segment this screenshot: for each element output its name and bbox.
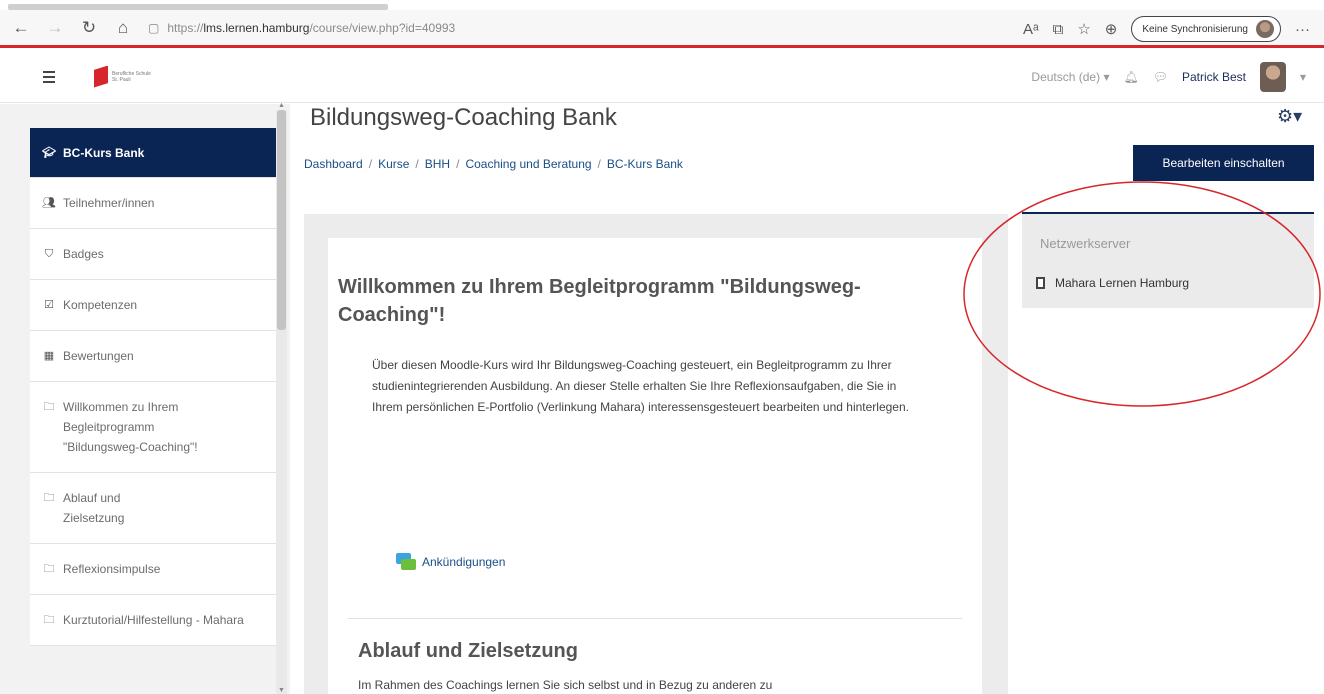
language-menu[interactable]: Deutsch (de) ▾ [1031,70,1109,84]
forum-label: Ankündigungen [422,554,506,569]
drawer-item-label: Willkommen zu Ihrem Begleitprogramm "Bil… [63,400,198,454]
menu-toggle-icon[interactable] [38,66,60,88]
breadcrumb-courses[interactable]: Kurse [378,157,409,171]
server-label: Mahara Lernen Hamburg [1055,276,1190,290]
drawer-item-section-tutorial[interactable]: 🗀︎ Kurztutorial/Hilfestellung - Mahara [30,595,282,646]
drawer-item-grades[interactable]: ▦ Bewertungen [30,331,282,382]
section-title: Willkommen zu Ihrem Begleitprogramm "Bil… [338,276,861,326]
favorites-icon[interactable]: ☆ [1077,20,1090,38]
drawer-item-competencies[interactable]: ☑ Kompetenzen [30,280,282,331]
drawer-item-section-welcome[interactable]: 🗀︎ Willkommen zu Ihrem Begleitprogramm "… [30,382,282,473]
drawer-item-label: BC-Kurs Bank [63,145,145,160]
home-icon[interactable]: ⌂ [110,15,136,41]
forum-icon [396,553,416,570]
user-avatar[interactable] [1259,62,1286,92]
logo-mark [94,65,108,88]
drawer-list: 🎓︎ BC-Kurs Bank 👥︎ Teilnehmer/innen ⛉ Ba… [30,128,282,646]
url-prefix: https:// [167,20,204,35]
forum-activity-link[interactable]: Ankündigungen [396,553,505,570]
notifications-icon[interactable]: 🔔︎ [1123,70,1138,84]
reload-icon[interactable]: ↻ [76,15,102,41]
logo-text: Berufliche Schule St. Pauli [112,70,151,83]
user-menu[interactable]: Patrick Best [1182,70,1246,84]
drawer-item-label: Reflexionsimpulse [63,562,161,576]
scroll-down-icon[interactable]: ▼ [276,687,287,694]
folder-icon: 🗀︎ [43,401,55,413]
user-menu-caret-icon[interactable]: ▾ [1300,70,1306,84]
profile-avatar [1256,20,1274,38]
breadcrumb: Dashboard / Kurse / BHH / Coaching und Bera… [304,157,683,171]
checkbox-icon: ☑ [44,299,54,311]
read-aloud-icon[interactable]: Aᵃ [1023,21,1039,38]
url-path: /course/view.php?id=40993 [309,20,456,35]
drawer-item-label: Badges [63,247,104,261]
breadcrumb-dashboard[interactable]: Dashboard [304,157,363,171]
site-logo[interactable]: Berufliche Schule St. Pauli [94,65,151,88]
section-summary: Über diesen Moodle-Kurs wird Ihr Bildung… [372,358,909,414]
nav-drawer: 🎓︎ BC-Kurs Bank 👥︎ Teilnehmer/innen ⛉ Ba… [0,104,290,694]
scrollbar-thumb[interactable] [277,110,286,330]
drawer-item-course[interactable]: 🎓︎ BC-Kurs Bank [30,128,282,178]
drawer-item-label: Kurztutorial/Hilfestellung - Mahara [63,613,244,627]
forward-icon[interactable]: → [42,15,68,41]
collections-icon[interactable]: ⊕ [1105,20,1118,38]
drawer-item-label: Teilnehmer/innen [63,196,155,210]
drawer-item-section-reflexion[interactable]: 🗀︎ Reflexionsimpulse [30,544,282,595]
drawer-item-section-ablauf[interactable]: 🗀︎ Ablauf und Zielsetzung [30,473,282,544]
sync-label: Keine Synchronisierung [1142,23,1248,35]
profile-sync-button[interactable]: Keine Synchronisierung [1131,16,1281,42]
gear-icon[interactable]: ⚙▾ [1277,106,1302,127]
tab-strip [0,0,1324,10]
edit-mode-button[interactable]: Bearbeiten einschalten [1133,145,1314,181]
drawer-item-label: Bewertungen [63,349,134,363]
breadcrumb-bhh[interactable]: BHH [425,157,450,171]
folder-icon: 🗀︎ [43,614,55,626]
block-title: Netzwerkserver [1040,236,1131,251]
drawer-item-label: Kompetenzen [63,298,138,312]
section-summary-2: Im Rahmen des Coachings lernen Sie sich … [358,678,773,692]
shield-icon: ⛉ [44,248,54,260]
back-icon[interactable]: ← [8,15,34,41]
mahara-server-link[interactable]: Mahara Lernen Hamburg [1036,276,1189,290]
site-navbar: Berufliche Schule St. Pauli Deutsch (de)… [0,51,1324,103]
drawer-item-badges[interactable]: ⛉ Badges [30,229,282,280]
messages-icon[interactable]: 💬︎ [1153,70,1168,84]
address-bar[interactable]: ▢ https://lms.lernen.hamburg/course/view… [148,14,848,42]
scroll-up-icon[interactable]: ▲ [276,102,287,109]
graduation-cap-icon: 🎓︎ [42,146,56,159]
table-icon: ▦ [43,350,55,362]
drawer-item-participants[interactable]: 👥︎ Teilnehmer/innen [30,178,282,229]
browser-toolbar: ← → ↻ ⌂ ▢ https://lms.lernen.hamburg/cou… [0,10,1324,48]
extensions-icon[interactable]: ⧉ [1053,21,1064,38]
page-info-icon[interactable]: ▢ [148,21,159,35]
url-host: lms.lernen.hamburg [203,20,310,35]
section-title-2: Ablauf und Zielsetzung [358,640,578,662]
folder-icon: 🗀︎ [43,563,55,575]
server-icon [1036,277,1045,289]
drawer-item-label: Ablauf und Zielsetzung [63,491,125,525]
breadcrumb-course[interactable]: BC-Kurs Bank [607,157,683,171]
drawer-scrollbar[interactable]: ▲ ▼ [276,102,287,694]
users-icon: 👥︎ [42,197,56,209]
network-servers-block: Netzwerkserver Mahara Lernen Hamburg [1022,212,1314,308]
page-title: Bildungsweg-Coaching Bank [310,104,617,131]
folder-icon: 🗀︎ [43,492,55,504]
more-menu-icon[interactable]: ··· [1295,21,1310,38]
breadcrumb-category[interactable]: Coaching und Beratung [465,157,591,171]
section-divider [348,618,962,619]
